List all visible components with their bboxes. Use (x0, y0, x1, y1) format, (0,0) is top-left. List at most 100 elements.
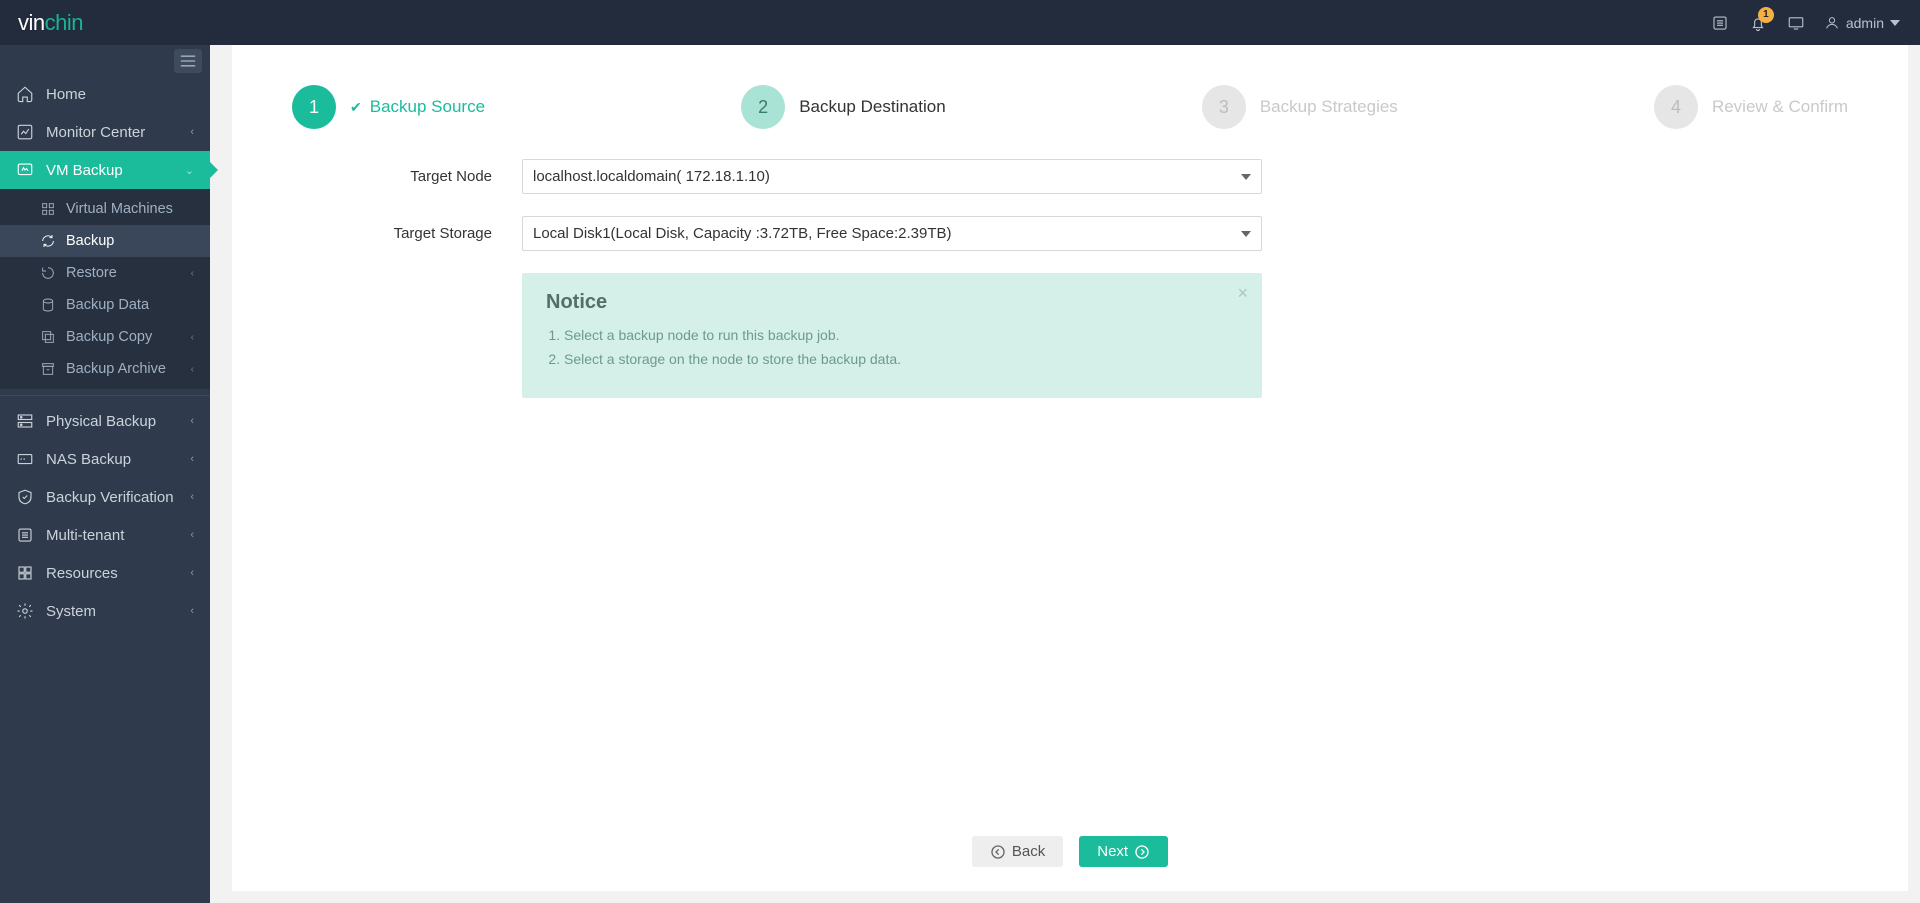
sidebar-item-label: NAS Backup (46, 451, 131, 468)
notice-panel: × Notice Select a backup node to run thi… (522, 273, 1262, 398)
subnav-backup-copy[interactable]: Backup Copy ‹ (0, 321, 210, 353)
subnav-label: Backup (66, 233, 114, 249)
sidebar-item-label: Physical Backup (46, 413, 156, 430)
footer-bar: Back Next (232, 818, 1908, 891)
subnav-backup[interactable]: Backup (0, 225, 210, 257)
chevron-down-icon: ⌄ (185, 164, 194, 177)
refresh-icon (40, 233, 56, 249)
sidebar-item-system[interactable]: System ‹ (0, 592, 210, 630)
subnav-label: Backup Copy (66, 329, 152, 345)
grid-icon (40, 201, 56, 217)
sidebar-item-label: Multi-tenant (46, 527, 124, 544)
target-storage-select[interactable]: Local Disk1(Local Disk, Capacity :3.72TB… (522, 216, 1262, 251)
brand-vin: vin (18, 10, 45, 35)
chart-icon (16, 123, 34, 141)
step-number: 2 (741, 85, 785, 129)
brand-chin: chin (45, 10, 83, 35)
step-number: 4 (1654, 85, 1698, 129)
brand-logo: vinchin (0, 10, 83, 36)
monitor-icon[interactable] (1786, 13, 1806, 33)
divider (0, 395, 210, 396)
sidebar: Home Monitor Center ‹ VM Backup ⌄ Virtua… (0, 45, 210, 903)
step-label: Backup Destination (799, 97, 945, 117)
notice-item: Select a storage on the node to store th… (564, 348, 1238, 372)
sidebar-item-backup-verification[interactable]: Backup Verification ‹ (0, 478, 210, 516)
target-node-select[interactable]: localhost.localdomain( 172.18.1.10) (522, 159, 1262, 194)
sidebar-item-label: VM Backup (46, 162, 123, 179)
chevron-left-icon: ‹ (190, 491, 194, 503)
nas-icon (16, 450, 34, 468)
sidebar-item-label: Backup Verification (46, 489, 174, 506)
target-node-label: Target Node (292, 168, 522, 185)
squares-icon (16, 564, 34, 582)
wizard-steps: 1 ✔ Backup Source 2 Backup Destination 3… (232, 45, 1908, 149)
chevron-left-icon: ‹ (190, 453, 194, 465)
user-label: admin (1846, 15, 1884, 31)
chevron-left-icon: ‹ (190, 605, 194, 617)
step-label: Review & Confirm (1712, 97, 1848, 117)
chevron-left-icon: ‹ (190, 567, 194, 579)
sidebar-item-resources[interactable]: Resources ‹ (0, 554, 210, 592)
database-icon (40, 297, 56, 313)
step-number: 1 (292, 85, 336, 129)
chevron-left-icon: ‹ (191, 268, 194, 279)
step-label: Backup Source (370, 97, 485, 117)
notice-list: Select a backup node to run this backup … (546, 324, 1238, 372)
subnav-label: Backup Archive (66, 361, 166, 377)
target-storage-label: Target Storage (292, 225, 522, 242)
step-number: 3 (1202, 85, 1246, 129)
subnav-label: Backup Data (66, 297, 149, 313)
check-icon: ✔ (350, 99, 362, 116)
subnav-virtual-machines[interactable]: Virtual Machines (0, 193, 210, 225)
sidebar-item-label: Monitor Center (46, 124, 145, 141)
step-backup-destination: 2 Backup Destination (741, 85, 945, 129)
sidebar-item-label: System (46, 603, 96, 620)
step-backup-strategies: 3 Backup Strategies (1202, 85, 1398, 129)
back-button[interactable]: Back (972, 836, 1063, 867)
shield-check-icon (16, 488, 34, 506)
step-backup-source[interactable]: 1 ✔ Backup Source (292, 85, 485, 129)
chevron-left-icon: ‹ (190, 126, 194, 138)
arrow-right-circle-icon (1134, 844, 1150, 860)
sidebar-item-label: Resources (46, 565, 118, 582)
subnav-restore[interactable]: Restore ‹ (0, 257, 210, 289)
subnav-backup-data[interactable]: Backup Data (0, 289, 210, 321)
next-button[interactable]: Next (1079, 836, 1168, 867)
sidebar-item-monitor-center[interactable]: Monitor Center ‹ (0, 113, 210, 151)
form-area: Target Node localhost.localdomain( 172.1… (232, 149, 1908, 818)
step-review-confirm: 4 Review & Confirm (1654, 85, 1848, 129)
content-panel: 1 ✔ Backup Source 2 Backup Destination 3… (232, 45, 1908, 891)
sidebar-item-vm-backup[interactable]: VM Backup ⌄ (0, 151, 210, 189)
next-label: Next (1097, 843, 1128, 860)
list-icon[interactable] (1710, 13, 1730, 33)
notice-item: Select a backup node to run this backup … (564, 324, 1238, 348)
notice-title: Notice (546, 291, 1238, 314)
restore-icon (40, 265, 56, 281)
bell-icon[interactable]: 1 (1748, 13, 1768, 33)
topbar: vinchin 1 admin (0, 0, 1920, 45)
step-label: Backup Strategies (1260, 97, 1398, 117)
archive-icon (40, 361, 56, 377)
home-icon (16, 85, 34, 103)
chevron-left-icon: ‹ (191, 364, 194, 375)
close-icon[interactable]: × (1237, 283, 1248, 304)
sidebar-item-nas-backup[interactable]: NAS Backup ‹ (0, 440, 210, 478)
gear-icon (16, 602, 34, 620)
back-label: Back (1012, 843, 1045, 860)
subnav-backup-archive[interactable]: Backup Archive ‹ (0, 353, 210, 385)
copy-icon (40, 329, 56, 345)
sidebar-item-multi-tenant[interactable]: Multi-tenant ‹ (0, 516, 210, 554)
chevron-left-icon: ‹ (191, 332, 194, 343)
subnav-label: Virtual Machines (66, 201, 173, 217)
list-icon (16, 526, 34, 544)
vm-icon (16, 161, 34, 179)
sidebar-item-physical-backup[interactable]: Physical Backup ‹ (0, 402, 210, 440)
sidebar-toggle-button[interactable] (174, 49, 202, 73)
notification-badge: 1 (1758, 7, 1774, 23)
chevron-left-icon: ‹ (190, 529, 194, 541)
subnav-vm-backup: Virtual Machines Backup Restore ‹ Backup… (0, 189, 210, 389)
sidebar-item-home[interactable]: Home (0, 75, 210, 113)
arrow-left-circle-icon (990, 844, 1006, 860)
chevron-down-icon (1890, 18, 1900, 28)
user-menu[interactable]: admin (1824, 15, 1900, 31)
